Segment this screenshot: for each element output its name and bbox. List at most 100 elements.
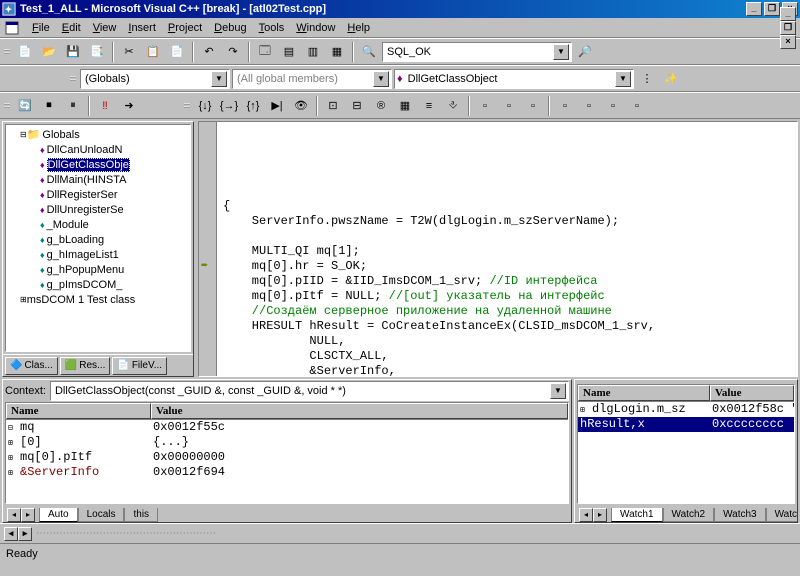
tree-item[interactable]: DllMain(HINSTA bbox=[47, 174, 127, 186]
scroll-left-icon[interactable]: ◂ bbox=[579, 508, 593, 522]
wizard-icon[interactable]: ✨ bbox=[660, 68, 682, 89]
maximize-button[interactable]: ❐ bbox=[764, 2, 780, 16]
tab-watch4[interactable]: Watch4 bbox=[766, 508, 798, 522]
watch-list[interactable]: NameValue ⊞ dlgLogin.m_sz0x0012f58c "P12… bbox=[577, 384, 795, 504]
registers-icon[interactable]: ® bbox=[370, 95, 392, 116]
save-all-icon[interactable]: 📑 bbox=[86, 41, 108, 62]
run-to-cursor-icon[interactable]: ▶| bbox=[266, 95, 288, 116]
scroll-left-icon[interactable]: ◂ bbox=[7, 508, 21, 522]
menu-window[interactable]: Window bbox=[290, 20, 341, 36]
tab-this[interactable]: this bbox=[124, 508, 158, 522]
chevron-down-icon[interactable]: ▼ bbox=[211, 71, 227, 87]
workspace-icon[interactable]: 🗔 bbox=[254, 41, 276, 62]
tab-locals[interactable]: Locals bbox=[78, 508, 125, 522]
undo-icon[interactable]: ↶ bbox=[198, 41, 220, 62]
tab-classview[interactable]: 🔷Clas... bbox=[5, 357, 58, 375]
copy-icon[interactable]: 📋 bbox=[142, 41, 164, 62]
menu-file[interactable]: File bbox=[26, 20, 56, 36]
collapse-icon[interactable]: ⊟ bbox=[20, 131, 27, 139]
callstack-icon[interactable]: ≡ bbox=[418, 95, 440, 116]
tb-btn-e[interactable]: ▫ bbox=[578, 95, 600, 116]
menu-insert[interactable]: Insert bbox=[122, 20, 162, 36]
tab-watch1[interactable]: Watch1 bbox=[611, 508, 663, 522]
expand-icon[interactable]: ⊞ bbox=[8, 469, 13, 478]
tree-item[interactable]: DllUnregisterSe bbox=[47, 204, 124, 216]
step-over-icon[interactable]: {→} bbox=[218, 95, 240, 116]
menu-tools[interactable]: Tools bbox=[253, 20, 291, 36]
chevron-down-icon[interactable]: ▼ bbox=[550, 383, 566, 399]
tb-btn-f[interactable]: ▫ bbox=[602, 95, 624, 116]
tab-watch3[interactable]: Watch3 bbox=[714, 508, 766, 522]
output-icon[interactable]: ▤ bbox=[278, 41, 300, 62]
find-in-files-icon[interactable]: 🔍 bbox=[358, 41, 380, 62]
menu-edit[interactable]: Edit bbox=[56, 20, 87, 36]
tree-item[interactable]: DllGetClassObje bbox=[47, 158, 130, 172]
redo-icon[interactable]: ↷ bbox=[222, 41, 244, 62]
menu-help[interactable]: Help bbox=[341, 20, 376, 36]
step-out-icon[interactable]: {↑} bbox=[242, 95, 264, 116]
scroll-left-icon[interactable]: ◂ bbox=[4, 527, 18, 541]
cut-icon[interactable]: ✂ bbox=[118, 41, 140, 62]
watch-icon[interactable]: ⊡ bbox=[322, 95, 344, 116]
class-tree[interactable]: ⊟📁Globals ♦DllCanUnloadN ♦DllGetClassObj… bbox=[5, 124, 191, 352]
scroll-right-icon[interactable]: ▸ bbox=[593, 508, 607, 522]
minimize-button[interactable]: _ bbox=[746, 2, 762, 16]
chevron-down-icon[interactable]: ▼ bbox=[373, 71, 389, 87]
tree-item[interactable]: DllCanUnloadN bbox=[47, 144, 123, 156]
tab-resourceview[interactable]: 🟩Res... bbox=[60, 357, 111, 375]
menu-project[interactable]: Project bbox=[162, 20, 208, 36]
find-text[interactable]: SQL_OK bbox=[385, 46, 553, 58]
stop-debug-icon[interactable]: ⏹ bbox=[38, 95, 60, 116]
menu-debug[interactable]: Debug bbox=[208, 20, 252, 36]
tb-btn-a[interactable]: ▫ bbox=[474, 95, 496, 116]
paste-icon[interactable]: 📄 bbox=[166, 41, 188, 62]
members-combo[interactable]: (All global members) ▼ bbox=[232, 69, 392, 89]
step-into-icon[interactable]: {↓} bbox=[194, 95, 216, 116]
new-file-icon[interactable]: 📄 bbox=[14, 41, 36, 62]
prev-icon[interactable]: ⋮ bbox=[636, 68, 658, 89]
tree-item[interactable]: DllRegisterSer bbox=[47, 189, 118, 201]
find-icon[interactable]: 🔎 bbox=[574, 41, 596, 62]
tab-watch2[interactable]: Watch2 bbox=[663, 508, 715, 522]
tree-item[interactable]: msDCOM 1 Test class bbox=[27, 294, 136, 306]
break-icon[interactable]: ⏸ bbox=[62, 95, 84, 116]
restart-debug-icon[interactable]: 🔄 bbox=[14, 95, 36, 116]
tree-item[interactable]: g_hImageList1 bbox=[47, 249, 119, 261]
expand-icon[interactable]: ⊞ bbox=[20, 296, 27, 304]
tab-fileview[interactable]: 📄FileV... bbox=[112, 357, 167, 375]
scroll-right-icon[interactable]: ▸ bbox=[18, 527, 32, 541]
menu-view[interactable]: View bbox=[87, 20, 123, 36]
header-name[interactable]: Name bbox=[6, 403, 151, 419]
tb-btn-c[interactable]: ▫ bbox=[522, 95, 544, 116]
tb-btn-d[interactable]: ▫ bbox=[554, 95, 576, 116]
mdi-close-button[interactable]: × bbox=[780, 35, 796, 49]
quickwatch-icon[interactable]: 👁 bbox=[290, 95, 312, 116]
variables-list[interactable]: NameValue ⊟ mq0x0012f55c ⊞ [0]{...} ⊞ mq… bbox=[5, 402, 569, 504]
disassembly-icon[interactable]: ⎀ bbox=[442, 95, 464, 116]
find-combo[interactable]: SQL_OK ▼ bbox=[382, 42, 572, 62]
full-screen-icon[interactable]: ▦ bbox=[326, 41, 348, 62]
chevron-down-icon[interactable]: ▼ bbox=[615, 71, 631, 87]
collapse-icon[interactable]: ⊟ bbox=[8, 424, 13, 433]
open-file-icon[interactable]: 📂 bbox=[38, 41, 60, 62]
variables-icon[interactable]: ⊟ bbox=[346, 95, 368, 116]
mdi-icon[interactable] bbox=[4, 20, 20, 36]
header-name[interactable]: Name bbox=[578, 385, 710, 401]
expand-icon[interactable]: ⊞ bbox=[580, 406, 585, 415]
show-next-icon[interactable]: ➜ bbox=[118, 95, 140, 116]
code-editor[interactable]: ➨ { ServerInfo.pwszName = T2W(dlgLogin.m… bbox=[198, 121, 798, 377]
tree-item[interactable]: g_pImsDCOM_ bbox=[47, 279, 123, 291]
tab-auto[interactable]: Auto bbox=[39, 508, 78, 522]
window-list-icon[interactable]: ▥ bbox=[302, 41, 324, 62]
tree-item[interactable]: _Module bbox=[47, 219, 89, 231]
header-value[interactable]: Value bbox=[710, 385, 794, 401]
tb-btn-b[interactable]: ▫ bbox=[498, 95, 520, 116]
tree-item[interactable]: g_bLoading bbox=[47, 234, 105, 246]
apply-changes-icon[interactable]: ‼ bbox=[94, 95, 116, 116]
memory-icon[interactable]: ▦ bbox=[394, 95, 416, 116]
mdi-restore-button[interactable]: ❐ bbox=[780, 21, 796, 35]
expand-icon[interactable]: ⊞ bbox=[8, 454, 13, 463]
mdi-minimize-button[interactable]: _ bbox=[780, 7, 796, 21]
context-combo[interactable]: DllGetClassObject(const _GUID &, const _… bbox=[50, 381, 569, 401]
function-combo[interactable]: ♦ DllGetClassObject ▼ bbox=[394, 69, 634, 89]
